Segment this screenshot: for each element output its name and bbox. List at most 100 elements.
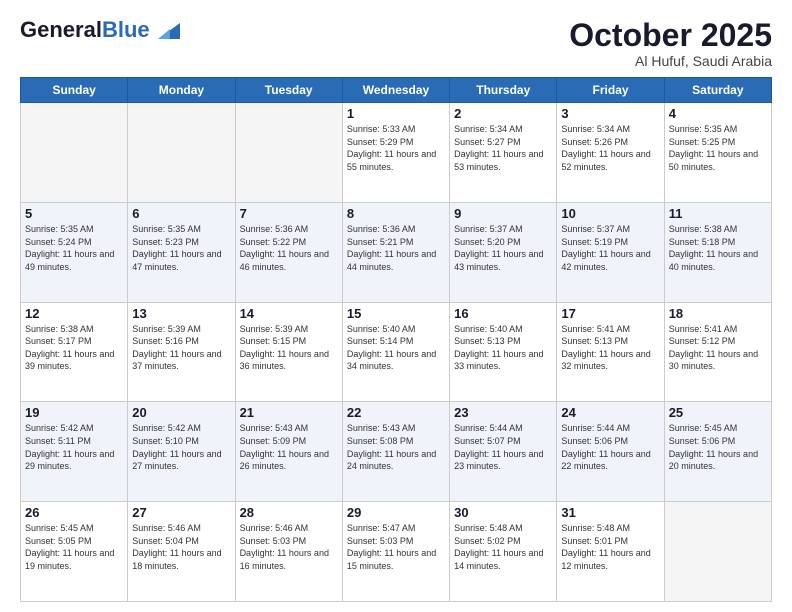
calendar-cell: 6 Sunrise: 5:35 AMSunset: 5:23 PMDaylight…: [128, 202, 235, 302]
day-number: 26: [25, 505, 123, 520]
day-number: 21: [240, 405, 338, 420]
calendar-cell: 30Sunrise: 5:48 AMSunset: 5:02 PMDayligh…: [450, 502, 557, 602]
calendar-week-row: 19Sunrise: 5:42 AMSunset: 5:11 PMDayligh…: [21, 402, 772, 502]
day-number: 15: [347, 306, 445, 321]
day-info: Sunrise: 5:39 AMSunset: 5:16 PMDaylight:…: [132, 323, 230, 373]
calendar-cell: 14Sunrise: 5:39 AMSunset: 5:15 PMDayligh…: [235, 302, 342, 402]
day-number: 17: [561, 306, 659, 321]
calendar-cell: 20 Sunrise: 5:42 AMSunset: 5:10 PMDayligh…: [128, 402, 235, 502]
day-number: 2: [454, 106, 552, 121]
day-info: Sunrise: 5:35 AMSunset: 5:24 PMDaylight:…: [25, 223, 123, 273]
day-number: 3: [561, 106, 659, 121]
logo-blue: Blue: [102, 17, 150, 42]
day-info: Sunrise: 5:43 AMSunset: 5:09 PMDaylight:…: [240, 422, 338, 472]
header-saturday: Saturday: [664, 78, 771, 103]
calendar-week-row: 12 Sunrise: 5:38 AMSunset: 5:17 PMDayligh…: [21, 302, 772, 402]
calendar-cell: 26Sunrise: 5:45 AMSunset: 5:05 PMDayligh…: [21, 502, 128, 602]
day-number: 20: [132, 405, 230, 420]
day-info: Sunrise: 5:44 AMSunset: 5:07 PMDaylight:…: [454, 422, 552, 472]
day-number: 31: [561, 505, 659, 520]
calendar-cell: 8 Sunrise: 5:36 AMSunset: 5:21 PMDaylight…: [342, 202, 449, 302]
day-number: 13: [132, 306, 230, 321]
calendar-cell: 15 Sunrise: 5:40 AMSunset: 5:14 PMDayligh…: [342, 302, 449, 402]
month-title: October 2025: [569, 18, 772, 53]
page: GeneralBlue October 2025 Al Hufuf, Saudi…: [0, 0, 792, 612]
day-info: Sunrise: 5:41 AMSunset: 5:13 PMDaylight:…: [561, 323, 659, 373]
calendar-cell: 25Sunrise: 5:45 AMSunset: 5:06 PMDayligh…: [664, 402, 771, 502]
day-info: Sunrise: 5:35 AMSunset: 5:23 PMDaylight:…: [132, 223, 230, 273]
day-info: Sunrise: 5:40 AMSunset: 5:13 PMDaylight:…: [454, 323, 552, 373]
calendar-cell: 2Sunrise: 5:34 AMSunset: 5:27 PMDaylight…: [450, 103, 557, 203]
day-number: 16: [454, 306, 552, 321]
day-number: 12: [25, 306, 123, 321]
header-monday: Monday: [128, 78, 235, 103]
day-info: Sunrise: 5:46 AMSunset: 5:03 PMDaylight:…: [240, 522, 338, 572]
day-number: 28: [240, 505, 338, 520]
day-number: 23: [454, 405, 552, 420]
day-info: Sunrise: 5:44 AMSunset: 5:06 PMDaylight:…: [561, 422, 659, 472]
calendar-cell: 7 Sunrise: 5:36 AMSunset: 5:22 PMDaylight…: [235, 202, 342, 302]
day-number: 14: [240, 306, 338, 321]
calendar-table: SundayMondayTuesdayWednesdayThursdayFrid…: [20, 77, 772, 602]
calendar-cell: 28 Sunrise: 5:46 AMSunset: 5:03 PMDayligh…: [235, 502, 342, 602]
day-number: 18: [669, 306, 767, 321]
calendar-cell: 18 Sunrise: 5:41 AMSunset: 5:12 PMDayligh…: [664, 302, 771, 402]
day-number: 24: [561, 405, 659, 420]
day-number: 10: [561, 206, 659, 221]
calendar-cell: 29Sunrise: 5:47 AMSunset: 5:03 PMDayligh…: [342, 502, 449, 602]
day-info: Sunrise: 5:36 AMSunset: 5:22 PMDaylight:…: [240, 223, 338, 273]
day-info: Sunrise: 5:37 AMSunset: 5:19 PMDaylight:…: [561, 223, 659, 273]
day-number: 6: [132, 206, 230, 221]
day-info: Sunrise: 5:48 AMSunset: 5:01 PMDaylight:…: [561, 522, 659, 572]
day-info: Sunrise: 5:40 AMSunset: 5:14 PMDaylight:…: [347, 323, 445, 373]
calendar-week-row: 5 Sunrise: 5:35 AMSunset: 5:24 PMDaylight…: [21, 202, 772, 302]
calendar-cell: 31 Sunrise: 5:48 AMSunset: 5:01 PMDayligh…: [557, 502, 664, 602]
calendar-cell: 10 Sunrise: 5:37 AMSunset: 5:19 PMDayligh…: [557, 202, 664, 302]
title-area: October 2025 Al Hufuf, Saudi Arabia: [569, 18, 772, 69]
day-number: 22: [347, 405, 445, 420]
calendar-cell: 12 Sunrise: 5:38 AMSunset: 5:17 PMDayligh…: [21, 302, 128, 402]
day-number: 11: [669, 206, 767, 221]
header-sunday: Sunday: [21, 78, 128, 103]
day-info: Sunrise: 5:36 AMSunset: 5:21 PMDaylight:…: [347, 223, 445, 273]
day-info: Sunrise: 5:38 AMSunset: 5:18 PMDaylight:…: [669, 223, 767, 273]
day-number: 30: [454, 505, 552, 520]
day-info: Sunrise: 5:41 AMSunset: 5:12 PMDaylight:…: [669, 323, 767, 373]
day-info: Sunrise: 5:38 AMSunset: 5:17 PMDaylight:…: [25, 323, 123, 373]
header-tuesday: Tuesday: [235, 78, 342, 103]
calendar-cell: 9Sunrise: 5:37 AMSunset: 5:20 PMDaylight…: [450, 202, 557, 302]
logo-general: GeneralBlue: [20, 18, 180, 42]
calendar-cell: 16 Sunrise: 5:40 AMSunset: 5:13 PMDayligh…: [450, 302, 557, 402]
calendar-cell: 3 Sunrise: 5:34 AMSunset: 5:26 PMDaylight…: [557, 103, 664, 203]
calendar-cell: [21, 103, 128, 203]
day-number: 8: [347, 206, 445, 221]
day-number: 5: [25, 206, 123, 221]
calendar-cell: 21 Sunrise: 5:43 AMSunset: 5:09 PMDayligh…: [235, 402, 342, 502]
logo: GeneralBlue: [20, 18, 180, 42]
header-friday: Friday: [557, 78, 664, 103]
day-info: Sunrise: 5:46 AMSunset: 5:04 PMDaylight:…: [132, 522, 230, 572]
calendar-cell: 4Sunrise: 5:35 AMSunset: 5:25 PMDaylight…: [664, 103, 771, 203]
logo-icon: [158, 23, 180, 39]
calendar-cell: 22 Sunrise: 5:43 AMSunset: 5:08 PMDayligh…: [342, 402, 449, 502]
day-number: 1: [347, 106, 445, 121]
day-number: 9: [454, 206, 552, 221]
calendar-cell: [128, 103, 235, 203]
header-thursday: Thursday: [450, 78, 557, 103]
day-info: Sunrise: 5:35 AMSunset: 5:25 PMDaylight:…: [669, 123, 767, 173]
calendar-week-row: 26Sunrise: 5:45 AMSunset: 5:05 PMDayligh…: [21, 502, 772, 602]
day-info: Sunrise: 5:33 AMSunset: 5:29 PMDaylight:…: [347, 123, 445, 173]
calendar-cell: 13 Sunrise: 5:39 AMSunset: 5:16 PMDayligh…: [128, 302, 235, 402]
calendar-cell: 17 Sunrise: 5:41 AMSunset: 5:13 PMDayligh…: [557, 302, 664, 402]
day-info: Sunrise: 5:42 AMSunset: 5:10 PMDaylight:…: [132, 422, 230, 472]
header-wednesday: Wednesday: [342, 78, 449, 103]
day-info: Sunrise: 5:43 AMSunset: 5:08 PMDaylight:…: [347, 422, 445, 472]
day-info: Sunrise: 5:34 AMSunset: 5:26 PMDaylight:…: [561, 123, 659, 173]
day-number: 29: [347, 505, 445, 520]
day-number: 27: [132, 505, 230, 520]
day-number: 7: [240, 206, 338, 221]
calendar-cell: [235, 103, 342, 203]
calendar-cell: 5 Sunrise: 5:35 AMSunset: 5:24 PMDaylight…: [21, 202, 128, 302]
calendar-cell: 23 Sunrise: 5:44 AMSunset: 5:07 PMDayligh…: [450, 402, 557, 502]
calendar-cell: 1 Sunrise: 5:33 AMSunset: 5:29 PMDaylight…: [342, 103, 449, 203]
